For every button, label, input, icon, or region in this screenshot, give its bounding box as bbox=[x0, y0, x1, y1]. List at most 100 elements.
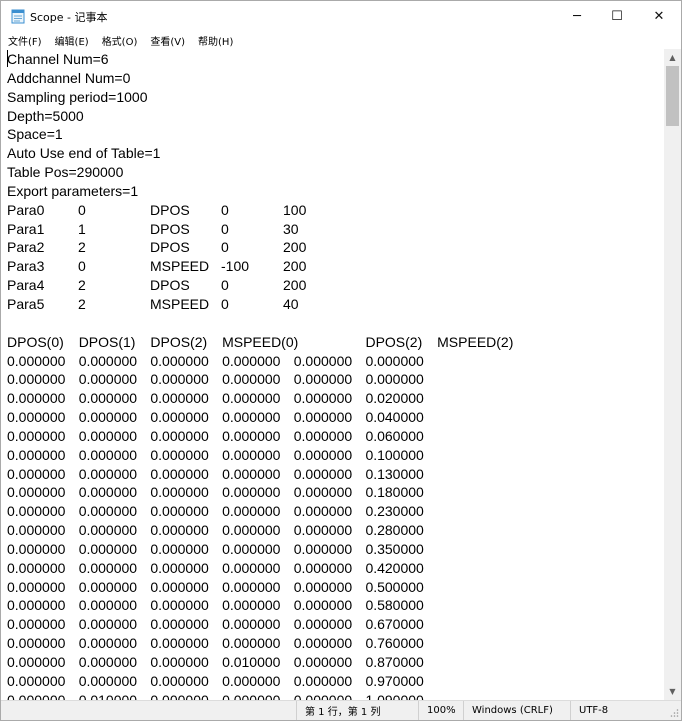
data-cell: 0.000000 bbox=[78, 578, 138, 595]
data-cell: 0.670000 bbox=[365, 616, 424, 633]
data-cell: 0.000000 bbox=[150, 691, 209, 700]
text-editor[interactable]: Channel Num=6 Addchannel Num=0 Sampling pe… bbox=[1, 49, 664, 700]
scroll-up-icon[interactable]: ▲ bbox=[664, 49, 681, 66]
data-cell: 0.000000 bbox=[150, 390, 209, 407]
param-cell: DPOS bbox=[150, 201, 190, 218]
data-cell: 0.000000 bbox=[150, 371, 209, 388]
menu-help[interactable]: 帮助(H) bbox=[191, 33, 239, 48]
data-cell: 0.000000 bbox=[222, 465, 281, 482]
param-cell: 30 bbox=[283, 220, 299, 237]
data-cell: 0.000000 bbox=[78, 390, 138, 407]
param-cell: Para5 bbox=[7, 295, 45, 312]
data-cell: 0.000000 bbox=[78, 409, 138, 426]
data-cell: 0.000000 bbox=[78, 540, 138, 557]
data-row: 0.000000 0.000000 0.000000 0.000000 0.000000… bbox=[7, 578, 509, 597]
data-cell: 0.000000 bbox=[150, 446, 209, 463]
resize-grip-icon[interactable] bbox=[669, 708, 679, 718]
data-cell: 0.000000 bbox=[222, 578, 281, 595]
param-line: Para5 2 MSPEED 0 40 bbox=[7, 295, 509, 314]
data-row: 0.000000 0.000000 0.000000 0.000000 0.000000… bbox=[7, 352, 509, 371]
data-cell: 0.000000 bbox=[7, 484, 66, 501]
data-cell: 0.000000 bbox=[150, 635, 209, 652]
zoom-level: 100% bbox=[418, 701, 463, 720]
data-cell: 0.000000 bbox=[7, 352, 66, 369]
param-cell: Para4 bbox=[7, 277, 45, 294]
header-line: Table Pos=290000 bbox=[7, 164, 124, 181]
data-cell: 0.000000 bbox=[293, 390, 353, 407]
data-cell: 0.060000 bbox=[365, 427, 424, 444]
text-encoding: UTF-8 bbox=[570, 701, 664, 720]
data-cell: 0.000000 bbox=[222, 691, 281, 700]
data-cell: 0.000000 bbox=[78, 427, 138, 444]
menu-edit[interactable]: 编辑(E) bbox=[48, 33, 95, 48]
data-cell: 0.000000 bbox=[7, 427, 66, 444]
param-cell: 0 bbox=[221, 277, 229, 294]
data-row: 0.000000 0.000000 0.000000 0.000000 0.000000… bbox=[7, 389, 509, 408]
close-button[interactable]: ✕ bbox=[637, 1, 681, 31]
data-cell: 0.000000 bbox=[150, 559, 209, 576]
minimize-button[interactable]: ─ bbox=[555, 1, 599, 31]
data-cell: 0.000000 bbox=[222, 427, 281, 444]
data-cell: 0.000000 bbox=[150, 654, 209, 670]
data-cell: 0.000000 bbox=[293, 446, 353, 463]
data-cell: 0.000000 bbox=[7, 578, 66, 595]
data-cell: 0.000000 bbox=[7, 597, 66, 614]
data-cell: 0.000000 bbox=[365, 371, 424, 388]
data-row: 0.000000 0.000000 0.000000 0.000000 0.000000… bbox=[7, 446, 509, 465]
data-cell: 0.000000 bbox=[293, 465, 353, 482]
data-cell: 0.000000 bbox=[293, 672, 353, 689]
document-text[interactable]: Channel Num=6 Addchannel Num=0 Sampling pe… bbox=[7, 50, 513, 700]
data-cell: 0.000000 bbox=[293, 484, 353, 501]
cursor-position: 第 1 行，第 1 列 bbox=[296, 701, 418, 720]
window-title: Scope - 记事本 bbox=[30, 11, 108, 24]
column-header: DPOS(2) bbox=[150, 333, 208, 350]
data-row: 0.000000 0.000000 0.000000 0.000000 0.000000… bbox=[7, 465, 509, 484]
param-cell: -100 bbox=[221, 258, 250, 275]
data-cell: 0.000000 bbox=[293, 691, 353, 700]
header-line: Sampling period=1000 bbox=[7, 88, 148, 105]
data-cell: 0.000000 bbox=[222, 522, 281, 539]
data-cell: 0.000000 bbox=[293, 371, 353, 388]
data-cell: 0.000000 bbox=[293, 409, 353, 426]
param-line: Para1 1 DPOS 0 30 bbox=[7, 220, 509, 239]
vertical-scrollbar[interactable]: ▲ ▼ bbox=[664, 49, 681, 700]
param-cell: 0 bbox=[221, 239, 229, 256]
data-cell: 0.580000 bbox=[365, 597, 424, 614]
menu-format[interactable]: 格式(O) bbox=[95, 33, 144, 48]
param-cell: 0 bbox=[221, 295, 229, 312]
data-cell: 0.000000 bbox=[78, 672, 138, 689]
data-cell: 0.000000 bbox=[222, 484, 281, 501]
data-cell: 0.000000 bbox=[7, 672, 66, 689]
close-icon: ✕ bbox=[653, 8, 665, 24]
data-cell: 0.000000 bbox=[222, 672, 281, 689]
data-cell: 0.000000 bbox=[150, 672, 209, 689]
maximize-button[interactable]: ☐ bbox=[595, 1, 639, 31]
param-line: Para4 2 DPOS 0 200 bbox=[7, 276, 509, 295]
scroll-thumb[interactable] bbox=[666, 66, 679, 126]
param-cell: DPOS bbox=[150, 239, 190, 256]
data-cell: 0.230000 bbox=[365, 503, 424, 520]
menu-file[interactable]: 文件(F) bbox=[1, 33, 48, 48]
param-line: Para0 0 DPOS 0 100 bbox=[7, 201, 509, 220]
notepad-window: Scope - 记事本 ─ ☐ ✕ 文件(F) 编辑(E) 格式(O) 查看(V… bbox=[0, 0, 682, 721]
data-cell: 0.000000 bbox=[222, 371, 281, 388]
header-line: Channel Num=6 bbox=[7, 51, 109, 67]
data-cell: 0.760000 bbox=[365, 635, 424, 652]
data-row: 0.000000 0.000000 0.000000 0.000000 0.000000… bbox=[7, 370, 509, 389]
data-cell: 0.000000 bbox=[78, 484, 138, 501]
param-cell: MSPEED bbox=[150, 295, 210, 312]
data-cell: 0.000000 bbox=[150, 616, 209, 633]
data-cell: 0.000000 bbox=[78, 465, 138, 482]
minimize-icon: ─ bbox=[573, 8, 581, 24]
data-cell: 0.000000 bbox=[365, 352, 424, 369]
title-bar[interactable]: Scope - 记事本 ─ ☐ ✕ bbox=[1, 1, 681, 31]
param-cell: DPOS bbox=[150, 220, 190, 237]
data-cell: 0.000000 bbox=[222, 446, 281, 463]
data-row: 0.000000 0.000000 0.000000 0.000000 0.000000… bbox=[7, 427, 509, 446]
menu-view[interactable]: 查看(V) bbox=[143, 33, 191, 48]
scroll-down-icon[interactable]: ▼ bbox=[664, 683, 681, 700]
data-cell: 0.000000 bbox=[150, 540, 209, 557]
data-cell: 0.000000 bbox=[78, 371, 138, 388]
data-cell: 0.000000 bbox=[78, 635, 138, 652]
